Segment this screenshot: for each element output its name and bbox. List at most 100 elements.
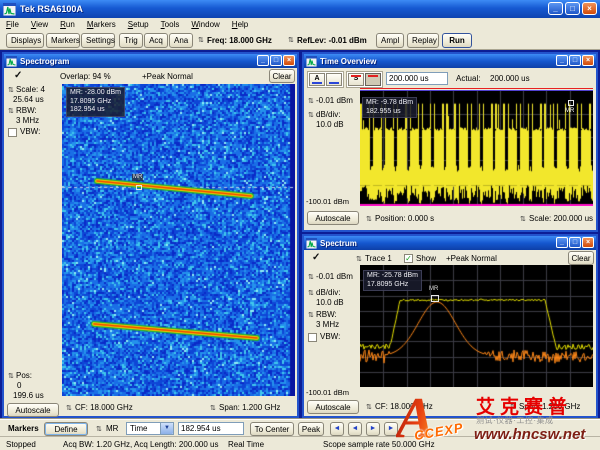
spectrogram-panel: Spectrogram _ □ × ✓ Overlap: 94 % +Peak … [2,52,299,418]
pos-spinner-icon[interactable]: ⇅ [8,373,14,380]
spectrum-time-manual-button[interactable] [365,73,381,86]
time-minimize-button[interactable]: _ [556,55,568,66]
freq-readout: Freq: 18.000 GHz [207,36,272,45]
marker-type-dropdown-icon[interactable]: ▼ [160,423,173,434]
menu-help[interactable]: Help [226,20,254,29]
spectrogram-plot[interactable]: MR: -28.00 dBm 17.8095 GHz 182.954 us MR [62,84,295,396]
spectrum-clear-button[interactable]: Clear [568,251,594,265]
reflev-readout: RefLev: -0.01 dBm [297,36,367,45]
close-button[interactable]: × [582,2,597,15]
menu-file[interactable]: File [0,20,25,29]
markers-toolbar: Markers Define ⇅ MR Time ▼ To Center Pea… [0,419,600,436]
spec-rbw-value: 3 MHz [316,320,339,329]
spectrum-close-button[interactable]: × [582,237,594,248]
to-center-button[interactable]: To Center [250,422,294,436]
pos-label: Pos: [16,371,32,380]
sgram-rbw-spinner-icon[interactable]: ⇅ [8,108,14,115]
define-button[interactable]: Define [44,422,88,436]
spectrogram-maximize-button[interactable]: □ [270,55,282,66]
cf-spinner-icon[interactable]: ⇅ [66,405,72,412]
time-reflev-spinner-icon[interactable]: ⇅ [308,98,314,105]
spectrum-maximize-button[interactable]: □ [569,237,581,248]
peak-right-button[interactable]: ► [384,422,398,436]
menu-view[interactable]: View [25,20,54,29]
trace-label[interactable]: Trace 1 [365,254,392,263]
peak-button[interactable]: Peak [298,422,324,436]
time-maximize-button[interactable]: □ [569,55,581,66]
analysis-time-auto-button[interactable]: A [309,73,325,86]
trig-button[interactable]: Trig [119,33,143,48]
spectrogram-marker-label[interactable]: MR [132,174,143,181]
spectrogram-panel-icon [6,56,17,67]
spectrum-plot[interactable]: MR: -25.78 dBm 17.8095 GHz MR [360,265,593,387]
menu-window[interactable]: Window [185,20,225,29]
position-spinner-icon[interactable]: ⇅ [366,216,372,223]
sgram-vbw-checkbox[interactable] [8,128,17,137]
spectrogram-titlebar[interactable]: Spectrogram _ □ × [4,54,297,68]
status-state: Stopped [6,440,36,449]
time-autoscale-button[interactable]: Autoscale [307,211,359,225]
spectrum-marker-label[interactable]: MR [428,286,439,293]
time-position-label: Position: 0.000 s [375,214,434,223]
spectrum-titlebar[interactable]: Spectrum _ □ × [304,236,596,250]
analysis-length-input[interactable] [386,72,448,85]
next-right-button[interactable]: ► [366,422,380,436]
menu-setup[interactable]: Setup [122,20,155,29]
spectrogram-marker-readout: MR: -28.00 dBm 17.8095 GHz 182.954 us [66,87,125,117]
time-overview-titlebar[interactable]: Time Overview _ □ × [304,54,596,68]
spec-rbw-spinner-icon[interactable]: ⇅ [308,312,314,319]
spectrogram-enabled-check-icon[interactable]: ✓ [14,70,22,81]
spectrogram-marker-box[interactable] [136,185,142,190]
time-overview-plot[interactable]: MR: -9.78 dBm 182.955 us MR [360,91,593,206]
acq-button[interactable]: Acq [144,33,168,48]
settings-button[interactable]: Settings [81,33,115,48]
menu-markers[interactable]: Markers [81,20,122,29]
spectrogram-canvas[interactable] [62,84,295,396]
spectrum-autoscale-button[interactable]: Autoscale [307,400,359,414]
replay-button[interactable]: Replay [407,33,439,48]
minimize-button[interactable]: _ [548,2,563,15]
time-marker-box[interactable] [568,100,574,106]
spectrogram-minimize-button[interactable]: _ [257,55,269,66]
scale-spinner-icon[interactable]: ⇅ [8,87,14,94]
spec-reflev-spinner-icon[interactable]: ⇅ [308,274,314,281]
spectrum-marker-box[interactable] [431,295,439,302]
marker-select-spinner-icon[interactable]: ⇅ [96,426,102,433]
menu-tools[interactable]: Tools [155,20,186,29]
analysis-time-manual-button[interactable] [326,73,342,86]
spec-vbw-checkbox[interactable] [308,333,317,342]
time-dbdiv-label: dB/div: [316,110,340,119]
markers-button[interactable]: Markers [46,33,80,48]
spectrum-enabled-check-icon[interactable]: ✓ [312,252,320,263]
spectrum-time-auto-button[interactable]: S [348,73,364,86]
spectrogram-close-button[interactable]: × [283,55,295,66]
freq-spinner-icon[interactable]: ⇅ [198,37,204,44]
menu-run[interactable]: Run [54,20,81,29]
marker-value-input[interactable] [178,422,244,435]
ana-button[interactable]: Ana [169,33,193,48]
spec-dbdiv-spinner-icon[interactable]: ⇅ [308,290,314,297]
next-left-button[interactable]: ◄ [348,422,362,436]
show-label: Show [416,254,436,263]
ampl-button[interactable]: Ampl [376,33,404,48]
displays-button[interactable]: Displays [6,33,44,48]
spectrum-minimize-button[interactable]: _ [556,237,568,248]
reflev-spinner-icon[interactable]: ⇅ [288,37,294,44]
time-marker-label[interactable]: MR [564,108,575,115]
restore-button[interactable]: □ [565,2,580,15]
time-scale-spinner-icon[interactable]: ⇅ [520,216,526,223]
scale-value: 25.64 us [13,95,44,104]
run-button[interactable]: Run [442,33,472,48]
peak-left-button[interactable]: ◄ [330,422,344,436]
time-close-button[interactable]: × [582,55,594,66]
window-titlebar[interactable]: Tek RSA6100A _ □ × [0,0,600,18]
time-dbdiv-spinner-icon[interactable]: ⇅ [308,112,314,119]
trace-spinner-icon[interactable]: ⇅ [356,256,362,263]
spec-span-spinner-icon[interactable]: ⇅ [510,404,516,411]
show-checkbox[interactable]: ✓ [404,254,413,263]
spectrogram-autoscale-button[interactable]: Autoscale [7,403,59,417]
marker-type-select[interactable]: Time ▼ [126,422,174,435]
spec-cf-spinner-icon[interactable]: ⇅ [366,404,372,411]
span-spinner-icon[interactable]: ⇅ [210,405,216,412]
spectrogram-clear-button[interactable]: Clear [269,69,295,83]
